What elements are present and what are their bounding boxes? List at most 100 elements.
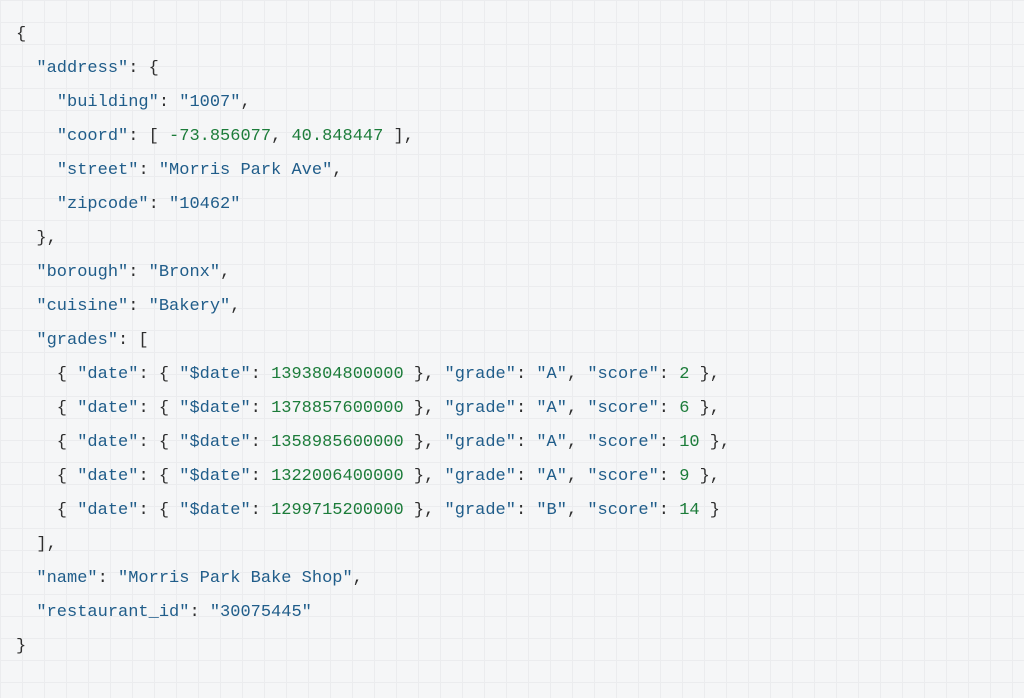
code-token: , [271,127,291,146]
code-token: "building" [57,93,159,112]
code-token: "Morris Park Ave" [159,161,332,180]
code-token: 1378857600000 [271,399,404,418]
code-token: }, [689,467,720,486]
code-token: 9 [679,467,689,486]
code-token: "score" [587,399,658,418]
code-token: "score" [587,365,658,384]
code-token: }, [16,229,57,248]
code-token: "A" [536,467,567,486]
code-token: : [98,569,118,588]
code-token: "grades" [36,331,118,350]
code-token: -73.856077 [169,127,271,146]
json-code-block: { "address": { "building": "1007", "coor… [16,18,1008,664]
code-token: }, [700,433,731,452]
code-token: "date" [77,467,138,486]
code-token: : [516,399,536,418]
code-token: : { [128,59,159,78]
code-token: "$date" [179,467,250,486]
code-token: "street" [57,161,139,180]
code-token: 6 [679,399,689,418]
code-token: "date" [77,399,138,418]
code-token: }, [404,365,445,384]
code-token: ], [383,127,414,146]
code-token: "date" [77,365,138,384]
code-token: : [159,93,179,112]
code-token: : { [138,501,179,520]
code-token: , [332,161,342,180]
code-token: , [230,297,240,316]
code-token: }, [404,467,445,486]
code-token: : [659,501,679,520]
code-token: : [138,161,158,180]
code-token: : [516,433,536,452]
code-line: { "date": { "$date": 1322006400000 }, "g… [16,460,1008,494]
code-token: { [16,433,77,452]
code-token: { [16,467,77,486]
code-line: "coord": [ -73.856077, 40.848447 ], [16,120,1008,154]
code-token: "grade" [445,433,516,452]
code-token: : [659,365,679,384]
code-token: : { [138,433,179,452]
code-line: "name": "Morris Park Bake Shop", [16,562,1008,596]
code-token: 1299715200000 [271,501,404,520]
code-token [16,195,57,214]
code-token: "Bakery" [149,297,231,316]
code-token: "B" [536,501,567,520]
code-line: { "date": { "$date": 1299715200000 }, "g… [16,494,1008,528]
code-token: , [567,467,587,486]
code-line: "building": "1007", [16,86,1008,120]
code-token: "score" [587,501,658,520]
code-token: : { [138,467,179,486]
code-token: { [16,399,77,418]
code-token: "$date" [179,433,250,452]
code-token: : [516,467,536,486]
code-token: , [567,399,587,418]
code-token: , [240,93,250,112]
code-token: }, [404,501,445,520]
code-token [16,263,36,282]
code-token: { [16,25,26,44]
code-token [16,569,36,588]
code-token: 10 [679,433,699,452]
code-line: "zipcode": "10462" [16,188,1008,222]
code-token: "1007" [179,93,240,112]
code-line: "restaurant_id": "30075445" [16,596,1008,630]
code-token: "10462" [169,195,240,214]
code-token: "grade" [445,467,516,486]
code-token: "grade" [445,399,516,418]
code-token: 1393804800000 [271,365,404,384]
code-token: "date" [77,433,138,452]
code-token: 1358985600000 [271,433,404,452]
code-token [16,127,57,146]
code-line: "grades": [ [16,324,1008,358]
code-token [16,59,36,78]
code-token: "$date" [179,399,250,418]
code-token: { [16,501,77,520]
code-line: "address": { [16,52,1008,86]
code-token: : [251,365,271,384]
code-token: } [700,501,720,520]
code-line: { "date": { "$date": 1358985600000 }, "g… [16,426,1008,460]
code-token: 2 [679,365,689,384]
code-token: "30075445" [210,603,312,622]
code-line: "borough": "Bronx", [16,256,1008,290]
code-token: : [251,433,271,452]
code-token: : { [138,365,179,384]
code-token: "coord" [57,127,128,146]
code-token: }, [404,433,445,452]
code-token: "grade" [445,365,516,384]
code-token [16,603,36,622]
code-token: : [ [118,331,149,350]
code-token: "name" [36,569,97,588]
code-token: : [516,501,536,520]
code-token: "Bronx" [149,263,220,282]
code-token: : [659,467,679,486]
code-token: : [128,263,148,282]
code-token: : [128,297,148,316]
code-token: : [516,365,536,384]
code-token: : [251,467,271,486]
code-token: { [16,365,77,384]
code-token: , [353,569,363,588]
code-token: }, [689,399,720,418]
code-token: : [ [128,127,169,146]
